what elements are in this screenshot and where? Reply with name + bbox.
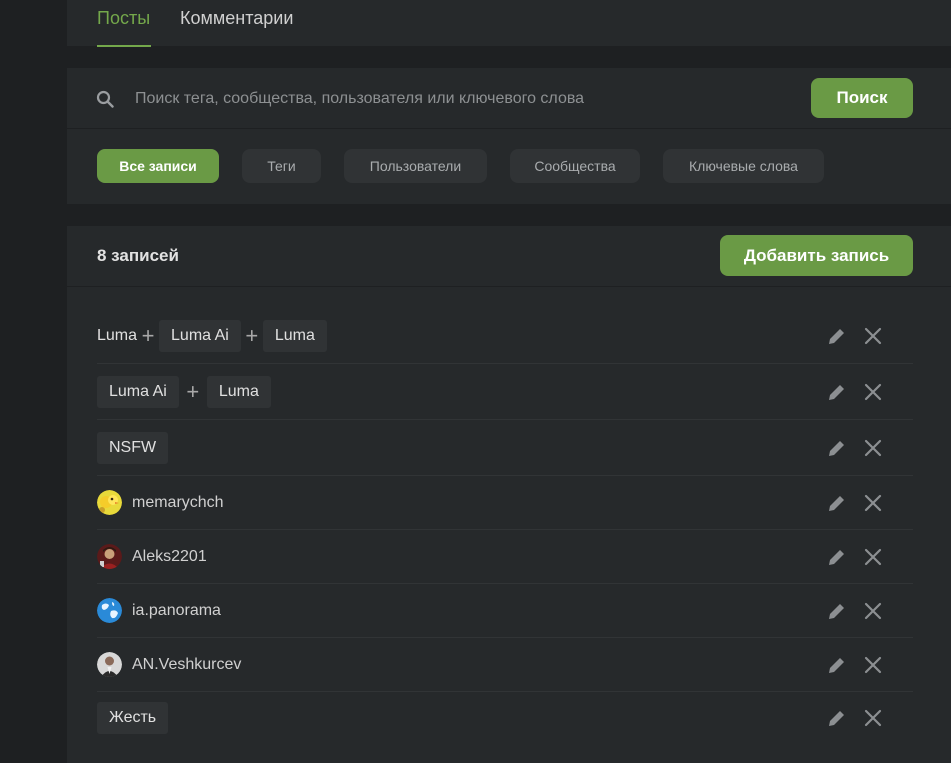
add-entry-button[interactable]: Добавить запись (720, 235, 913, 276)
tag-chip: NSFW (97, 432, 169, 464)
tag-chip: Luma Ai (97, 376, 179, 408)
close-icon[interactable] (863, 382, 883, 402)
list-item: Luma + Luma Ai + Luma (97, 308, 913, 364)
pencil-icon[interactable] (827, 438, 847, 458)
user-entry: memarychch (97, 490, 224, 515)
search-panel: Поиск Все записи Теги Пользователи Сообщ… (67, 68, 951, 204)
pencil-icon[interactable] (827, 655, 847, 675)
tag-combination: Luma + Luma Ai + Luma (97, 320, 327, 352)
list-item: AN.Veshkurcev (97, 638, 913, 692)
user-name[interactable]: memarychch (132, 494, 224, 512)
tag-text: Luma (97, 327, 138, 344)
pencil-icon[interactable] (827, 708, 847, 728)
avatar (97, 652, 122, 677)
user-entry: ia.panorama (97, 598, 221, 623)
avatar (97, 544, 122, 569)
close-icon[interactable] (863, 708, 883, 728)
close-icon[interactable] (863, 493, 883, 513)
tag-combination: Luma Ai + Luma (97, 376, 271, 408)
pencil-icon[interactable] (827, 601, 847, 621)
close-icon[interactable] (863, 438, 883, 458)
search-bar: Поиск (67, 68, 951, 129)
list-item: memarychch (97, 476, 913, 530)
pencil-icon[interactable] (827, 382, 847, 402)
filter-tags[interactable]: Теги (242, 149, 321, 183)
plus-icon: + (186, 379, 200, 404)
tab-posts[interactable]: Посты (97, 8, 150, 29)
list-item: ia.panorama (97, 584, 913, 638)
close-icon[interactable] (863, 326, 883, 346)
pencil-icon[interactable] (827, 326, 847, 346)
close-icon[interactable] (863, 601, 883, 621)
tag-chip: Жесть (97, 702, 169, 734)
entries-header: 8 записей Добавить запись (67, 226, 951, 287)
tag-chip: Luma Ai (159, 320, 241, 352)
filter-all-entries[interactable]: Все записи (97, 149, 219, 183)
entries-count: 8 записей (97, 246, 179, 265)
plus-icon: + (141, 323, 155, 348)
plus-icon: + (245, 323, 259, 348)
entries-panel: 8 записей Добавить запись Luma + Luma Ai… (67, 226, 951, 763)
user-entry: Aleks2201 (97, 544, 207, 569)
list-item: Жесть (97, 692, 913, 747)
tag-combination: Жесть (97, 702, 169, 734)
tabs-bar: Посты Комментарии (67, 0, 951, 47)
filter-users[interactable]: Пользователи (344, 149, 487, 183)
search-icon (96, 90, 114, 108)
user-name[interactable]: ia.panorama (132, 602, 221, 620)
tag-chip: Luma (262, 320, 327, 352)
user-name[interactable]: Aleks2201 (132, 548, 207, 566)
pencil-icon[interactable] (827, 547, 847, 567)
avatar (97, 490, 122, 515)
filter-communities[interactable]: Сообщества (510, 149, 640, 183)
user-entry: AN.Veshkurcev (97, 652, 241, 677)
list-item: NSFW (97, 420, 913, 476)
filter-keywords[interactable]: Ключевые слова (663, 149, 824, 183)
close-icon[interactable] (863, 655, 883, 675)
search-button[interactable]: Поиск (811, 78, 913, 118)
tab-comments[interactable]: Комментарии (180, 8, 293, 29)
tag-chip: Luma (206, 376, 271, 408)
user-name[interactable]: AN.Veshkurcev (132, 656, 241, 674)
list-item: Luma Ai + Luma (97, 364, 913, 420)
search-input[interactable] (133, 86, 737, 112)
pencil-icon[interactable] (827, 493, 847, 513)
list-item: Aleks2201 (97, 530, 913, 584)
avatar (97, 598, 122, 623)
tag-combination: NSFW (97, 432, 169, 464)
close-icon[interactable] (863, 547, 883, 567)
active-tab-indicator (97, 45, 151, 47)
